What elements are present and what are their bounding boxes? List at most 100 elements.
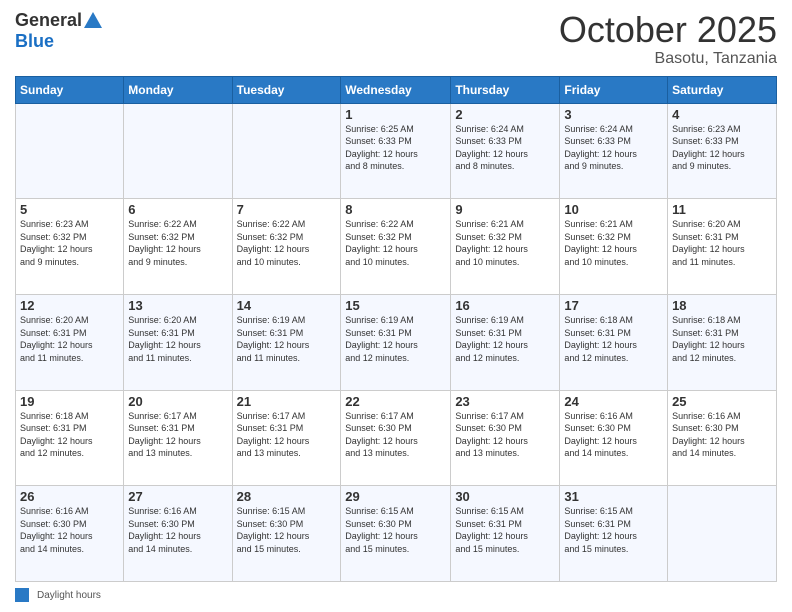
title-block: October 2025 Basotu, Tanzania [559,10,777,68]
day-number: 1 [345,107,446,122]
table-row: 2Sunrise: 6:24 AM Sunset: 6:33 PM Daylig… [451,103,560,199]
month-title: October 2025 [559,10,777,50]
calendar-week-row: 5Sunrise: 6:23 AM Sunset: 6:32 PM Daylig… [16,199,777,295]
day-info: Sunrise: 6:19 AM Sunset: 6:31 PM Dayligh… [237,314,337,364]
day-number: 12 [20,298,119,313]
day-number: 5 [20,202,119,217]
table-row: 16Sunrise: 6:19 AM Sunset: 6:31 PM Dayli… [451,294,560,390]
day-info: Sunrise: 6:18 AM Sunset: 6:31 PM Dayligh… [672,314,772,364]
table-row: 28Sunrise: 6:15 AM Sunset: 6:30 PM Dayli… [232,486,341,582]
day-info: Sunrise: 6:22 AM Sunset: 6:32 PM Dayligh… [345,218,446,268]
table-row: 22Sunrise: 6:17 AM Sunset: 6:30 PM Dayli… [341,390,451,486]
calendar-week-row: 1Sunrise: 6:25 AM Sunset: 6:33 PM Daylig… [16,103,777,199]
header-thursday: Thursday [451,76,560,103]
table-row: 24Sunrise: 6:16 AM Sunset: 6:30 PM Dayli… [560,390,668,486]
day-number: 16 [455,298,555,313]
day-info: Sunrise: 6:17 AM Sunset: 6:31 PM Dayligh… [237,410,337,460]
day-info: Sunrise: 6:22 AM Sunset: 6:32 PM Dayligh… [237,218,337,268]
day-number: 25 [672,394,772,409]
day-info: Sunrise: 6:20 AM Sunset: 6:31 PM Dayligh… [672,218,772,268]
calendar-week-row: 19Sunrise: 6:18 AM Sunset: 6:31 PM Dayli… [16,390,777,486]
day-info: Sunrise: 6:15 AM Sunset: 6:31 PM Dayligh… [455,505,555,555]
day-info: Sunrise: 6:25 AM Sunset: 6:33 PM Dayligh… [345,123,446,173]
table-row: 27Sunrise: 6:16 AM Sunset: 6:30 PM Dayli… [124,486,232,582]
day-number: 2 [455,107,555,122]
table-row: 17Sunrise: 6:18 AM Sunset: 6:31 PM Dayli… [560,294,668,390]
table-row [232,103,341,199]
logo-icon [82,10,104,32]
table-row: 12Sunrise: 6:20 AM Sunset: 6:31 PM Dayli… [16,294,124,390]
day-number: 31 [564,489,663,504]
day-info: Sunrise: 6:20 AM Sunset: 6:31 PM Dayligh… [128,314,227,364]
day-info: Sunrise: 6:16 AM Sunset: 6:30 PM Dayligh… [672,410,772,460]
table-row: 25Sunrise: 6:16 AM Sunset: 6:30 PM Dayli… [668,390,777,486]
day-number: 24 [564,394,663,409]
day-info: Sunrise: 6:16 AM Sunset: 6:30 PM Dayligh… [564,410,663,460]
calendar-week-row: 26Sunrise: 6:16 AM Sunset: 6:30 PM Dayli… [16,486,777,582]
table-row: 31Sunrise: 6:15 AM Sunset: 6:31 PM Dayli… [560,486,668,582]
day-number: 30 [455,489,555,504]
footer-box-icon [15,588,29,602]
day-number: 19 [20,394,119,409]
day-info: Sunrise: 6:17 AM Sunset: 6:31 PM Dayligh… [128,410,227,460]
calendar-body: 1Sunrise: 6:25 AM Sunset: 6:33 PM Daylig… [16,103,777,581]
table-row: 4Sunrise: 6:23 AM Sunset: 6:33 PM Daylig… [668,103,777,199]
table-row: 5Sunrise: 6:23 AM Sunset: 6:32 PM Daylig… [16,199,124,295]
day-info: Sunrise: 6:23 AM Sunset: 6:33 PM Dayligh… [672,123,772,173]
day-info: Sunrise: 6:19 AM Sunset: 6:31 PM Dayligh… [455,314,555,364]
day-info: Sunrise: 6:16 AM Sunset: 6:30 PM Dayligh… [128,505,227,555]
day-info: Sunrise: 6:23 AM Sunset: 6:32 PM Dayligh… [20,218,119,268]
day-number: 20 [128,394,227,409]
logo: General Blue [15,10,104,52]
table-row: 8Sunrise: 6:22 AM Sunset: 6:32 PM Daylig… [341,199,451,295]
day-number: 10 [564,202,663,217]
table-row: 20Sunrise: 6:17 AM Sunset: 6:31 PM Dayli… [124,390,232,486]
table-row [668,486,777,582]
day-number: 9 [455,202,555,217]
table-row: 18Sunrise: 6:18 AM Sunset: 6:31 PM Dayli… [668,294,777,390]
table-row: 6Sunrise: 6:22 AM Sunset: 6:32 PM Daylig… [124,199,232,295]
day-info: Sunrise: 6:15 AM Sunset: 6:30 PM Dayligh… [237,505,337,555]
day-info: Sunrise: 6:24 AM Sunset: 6:33 PM Dayligh… [455,123,555,173]
day-number: 8 [345,202,446,217]
header: General Blue October 2025 Basotu, Tanzan… [15,10,777,68]
day-number: 22 [345,394,446,409]
day-info: Sunrise: 6:22 AM Sunset: 6:32 PM Dayligh… [128,218,227,268]
table-row: 7Sunrise: 6:22 AM Sunset: 6:32 PM Daylig… [232,199,341,295]
header-sunday: Sunday [16,76,124,103]
day-number: 7 [237,202,337,217]
day-info: Sunrise: 6:16 AM Sunset: 6:30 PM Dayligh… [20,505,119,555]
table-row: 11Sunrise: 6:20 AM Sunset: 6:31 PM Dayli… [668,199,777,295]
day-info: Sunrise: 6:21 AM Sunset: 6:32 PM Dayligh… [455,218,555,268]
table-row: 30Sunrise: 6:15 AM Sunset: 6:31 PM Dayli… [451,486,560,582]
day-info: Sunrise: 6:17 AM Sunset: 6:30 PM Dayligh… [345,410,446,460]
table-row: 9Sunrise: 6:21 AM Sunset: 6:32 PM Daylig… [451,199,560,295]
table-row: 23Sunrise: 6:17 AM Sunset: 6:30 PM Dayli… [451,390,560,486]
day-number: 4 [672,107,772,122]
table-row: 26Sunrise: 6:16 AM Sunset: 6:30 PM Dayli… [16,486,124,582]
day-number: 29 [345,489,446,504]
day-number: 15 [345,298,446,313]
day-info: Sunrise: 6:15 AM Sunset: 6:31 PM Dayligh… [564,505,663,555]
header-tuesday: Tuesday [232,76,341,103]
day-number: 23 [455,394,555,409]
day-number: 6 [128,202,227,217]
header-saturday: Saturday [668,76,777,103]
table-row: 21Sunrise: 6:17 AM Sunset: 6:31 PM Dayli… [232,390,341,486]
logo-text-general: General [15,11,82,31]
header-friday: Friday [560,76,668,103]
day-info: Sunrise: 6:15 AM Sunset: 6:30 PM Dayligh… [345,505,446,555]
day-info: Sunrise: 6:18 AM Sunset: 6:31 PM Dayligh… [564,314,663,364]
footer: Daylight hours [15,588,777,602]
calendar-week-row: 12Sunrise: 6:20 AM Sunset: 6:31 PM Dayli… [16,294,777,390]
table-row: 15Sunrise: 6:19 AM Sunset: 6:31 PM Dayli… [341,294,451,390]
day-info: Sunrise: 6:19 AM Sunset: 6:31 PM Dayligh… [345,314,446,364]
day-number: 27 [128,489,227,504]
day-info: Sunrise: 6:24 AM Sunset: 6:33 PM Dayligh… [564,123,663,173]
header-wednesday: Wednesday [341,76,451,103]
location-title: Basotu, Tanzania [559,50,777,68]
day-info: Sunrise: 6:17 AM Sunset: 6:30 PM Dayligh… [455,410,555,460]
page: General Blue October 2025 Basotu, Tanzan… [0,0,792,612]
day-number: 11 [672,202,772,217]
day-info: Sunrise: 6:20 AM Sunset: 6:31 PM Dayligh… [20,314,119,364]
